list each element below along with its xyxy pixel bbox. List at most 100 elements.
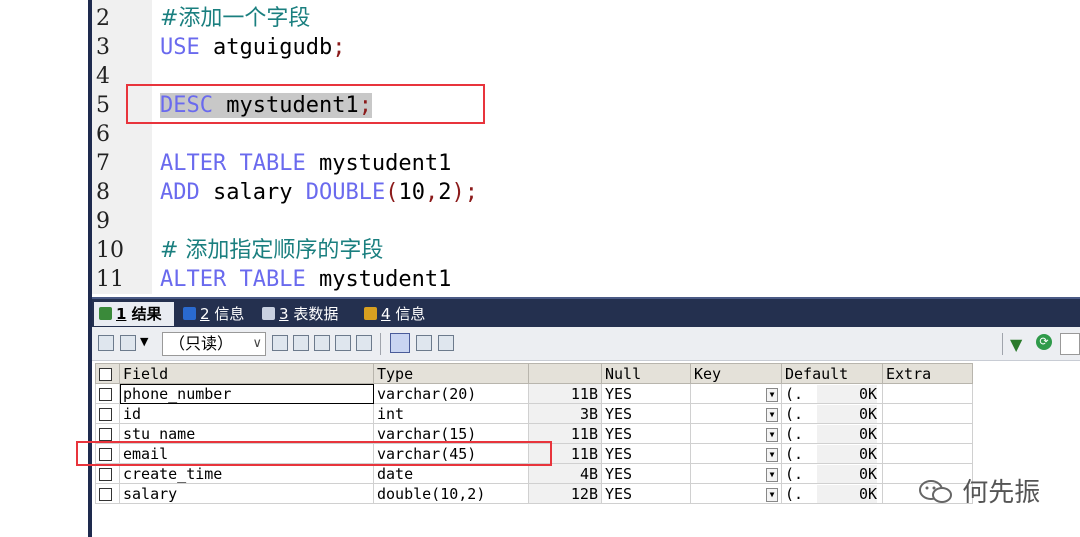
table-row[interactable]: salary double(10,2) 12B YES ▼ (. 0K <box>95 483 973 504</box>
grid-view-icon[interactable] <box>390 333 410 353</box>
cell-field[interactable]: phone_number <box>119 383 374 404</box>
key-dropdown-icon[interactable]: ▼ <box>766 467 778 482</box>
export-icon[interactable] <box>98 335 114 351</box>
code-text: #添加一个字段 <box>160 4 310 33</box>
cell-extra[interactable] <box>882 403 973 424</box>
cell-type[interactable]: int <box>373 403 529 424</box>
cell-extra[interactable] <box>882 423 973 444</box>
cell-type[interactable]: varchar(20) <box>373 383 529 404</box>
code-line[interactable]: 7 ALTER TABLE mystudent1 <box>92 149 1080 178</box>
cell-field[interactable]: id <box>119 403 374 424</box>
cell-field[interactable]: salary <box>119 483 374 504</box>
cell-default[interactable]: (. 0K <box>781 483 883 504</box>
text-view-icon[interactable] <box>438 335 454 351</box>
row-checkbox[interactable] <box>95 403 120 424</box>
limit-input[interactable] <box>1060 333 1080 355</box>
code-line[interactable]: 2 #添加一个字段 <box>92 4 1080 33</box>
default-value: 0K <box>817 464 878 483</box>
cell-key[interactable]: ▼ <box>690 443 782 464</box>
tab-2[interactable]: 2 信息 <box>178 302 254 326</box>
refresh-icon[interactable]: ⟳ <box>1036 334 1052 350</box>
column-header-null[interactable]: Null <box>601 363 691 384</box>
cell-null[interactable]: YES <box>601 423 691 444</box>
row-checkbox[interactable] <box>95 463 120 484</box>
filter-icon[interactable]: ▼ <box>1010 335 1022 354</box>
table-row[interactable]: id int 3B YES ▼ (. 0K <box>95 403 973 424</box>
cell-key[interactable]: ▼ <box>690 423 782 444</box>
code-line[interactable]: 11 ALTER TABLE mystudent1 <box>92 265 1080 294</box>
code-line[interactable]: 10 # 添加指定顺序的字段 <box>92 236 1080 265</box>
table-row[interactable]: create_time date 4B YES ▼ (. 0K <box>95 463 973 484</box>
code-text: ADD salary DOUBLE(10,2); <box>160 178 478 207</box>
cell-type[interactable]: double(10,2) <box>373 483 529 504</box>
cell-type[interactable]: date <box>373 463 529 484</box>
default-prefix: (. <box>785 444 804 463</box>
column-header-field[interactable]: Field <box>119 363 374 384</box>
cell-default[interactable]: (. 0K <box>781 403 883 424</box>
cell-default[interactable]: (. 0K <box>781 463 883 484</box>
cell-null[interactable]: YES <box>601 483 691 504</box>
column-header-size[interactable] <box>528 363 602 384</box>
code-token: ALTER TABLE <box>160 267 306 292</box>
sql-editor[interactable]: 2 #添加一个字段 3 USE atguigudb; 4 5 DESC mystudent1… <box>92 0 1080 294</box>
describe-result-table: Field Type Null Key Default Extra phone_… <box>95 363 973 504</box>
chevron-down-icon[interactable]: ▼ <box>140 335 148 348</box>
key-dropdown-icon[interactable]: ▼ <box>766 407 778 422</box>
info-icon <box>183 307 196 320</box>
row-checkbox[interactable] <box>95 483 120 504</box>
cell-null[interactable]: YES <box>601 443 691 464</box>
column-header-default[interactable]: Default <box>781 363 883 384</box>
table-row[interactable]: phone_number varchar(20) 11B YES ▼ (. 0K <box>95 383 973 404</box>
cell-key[interactable]: ▼ <box>690 483 782 504</box>
row-checkbox[interactable] <box>95 383 120 404</box>
cell-default[interactable]: (. 0K <box>781 443 883 464</box>
cell-extra[interactable] <box>882 443 973 464</box>
duplicate-row-icon[interactable] <box>293 335 309 351</box>
select-all-checkbox[interactable] <box>95 363 120 384</box>
copy-dropdown-icon[interactable] <box>120 335 136 351</box>
code-line[interactable]: 3 USE atguigudb; <box>92 33 1080 62</box>
cell-null[interactable]: YES <box>601 383 691 404</box>
readonly-select[interactable]: （只读） ∨ <box>162 332 266 356</box>
column-header-key[interactable]: Key <box>690 363 782 384</box>
form-view-icon[interactable] <box>416 335 432 351</box>
cell-size: 12B <box>528 483 602 504</box>
cell-key[interactable]: ▼ <box>690 403 782 424</box>
code-line[interactable]: 9 <box>92 207 1080 236</box>
tab-1[interactable]: 1 结果 <box>94 302 174 326</box>
tab-number: 2 <box>200 305 210 323</box>
cell-key[interactable]: ▼ <box>690 383 782 404</box>
cell-null[interactable]: YES <box>601 403 691 424</box>
cell-default[interactable]: (. 0K <box>781 423 883 444</box>
delete-icon[interactable] <box>335 335 351 351</box>
column-header-extra[interactable]: Extra <box>882 363 973 384</box>
cell-size: 3B <box>528 403 602 424</box>
code-line[interactable]: 6 <box>92 120 1080 149</box>
save-icon[interactable] <box>314 335 330 351</box>
line-number: 10 <box>96 238 124 263</box>
tab-4[interactable]: 4 信息 <box>359 302 435 326</box>
tab-label: 信息 <box>214 305 245 323</box>
code-line[interactable]: 8 ADD salary DOUBLE(10,2); <box>92 178 1080 207</box>
key-dropdown-icon[interactable]: ▼ <box>766 447 778 462</box>
cell-key[interactable]: ▼ <box>690 463 782 484</box>
cell-null[interactable]: YES <box>601 463 691 484</box>
insert-row-icon[interactable] <box>272 335 288 351</box>
default-value: 0K <box>817 424 878 443</box>
key-dropdown-icon[interactable]: ▼ <box>766 487 778 502</box>
default-value: 0K <box>817 444 878 463</box>
cell-extra[interactable] <box>882 383 973 404</box>
column-header-type[interactable]: Type <box>373 363 529 384</box>
tab-3[interactable]: 3 表数据 <box>257 302 355 326</box>
cell-default[interactable]: (. 0K <box>781 383 883 404</box>
key-dropdown-icon[interactable]: ▼ <box>766 427 778 442</box>
cell-field[interactable]: create_time <box>119 463 374 484</box>
code-token: ); <box>451 180 478 205</box>
key-dropdown-icon[interactable]: ▼ <box>766 387 778 402</box>
cancel-changes-icon[interactable] <box>356 335 372 351</box>
readonly-select-label: （只读） <box>169 334 234 353</box>
cell-size: 11B <box>528 383 602 404</box>
default-prefix: (. <box>785 384 804 403</box>
code-token: DOUBLE <box>305 180 386 205</box>
code-token: mystudent1 <box>305 267 452 292</box>
